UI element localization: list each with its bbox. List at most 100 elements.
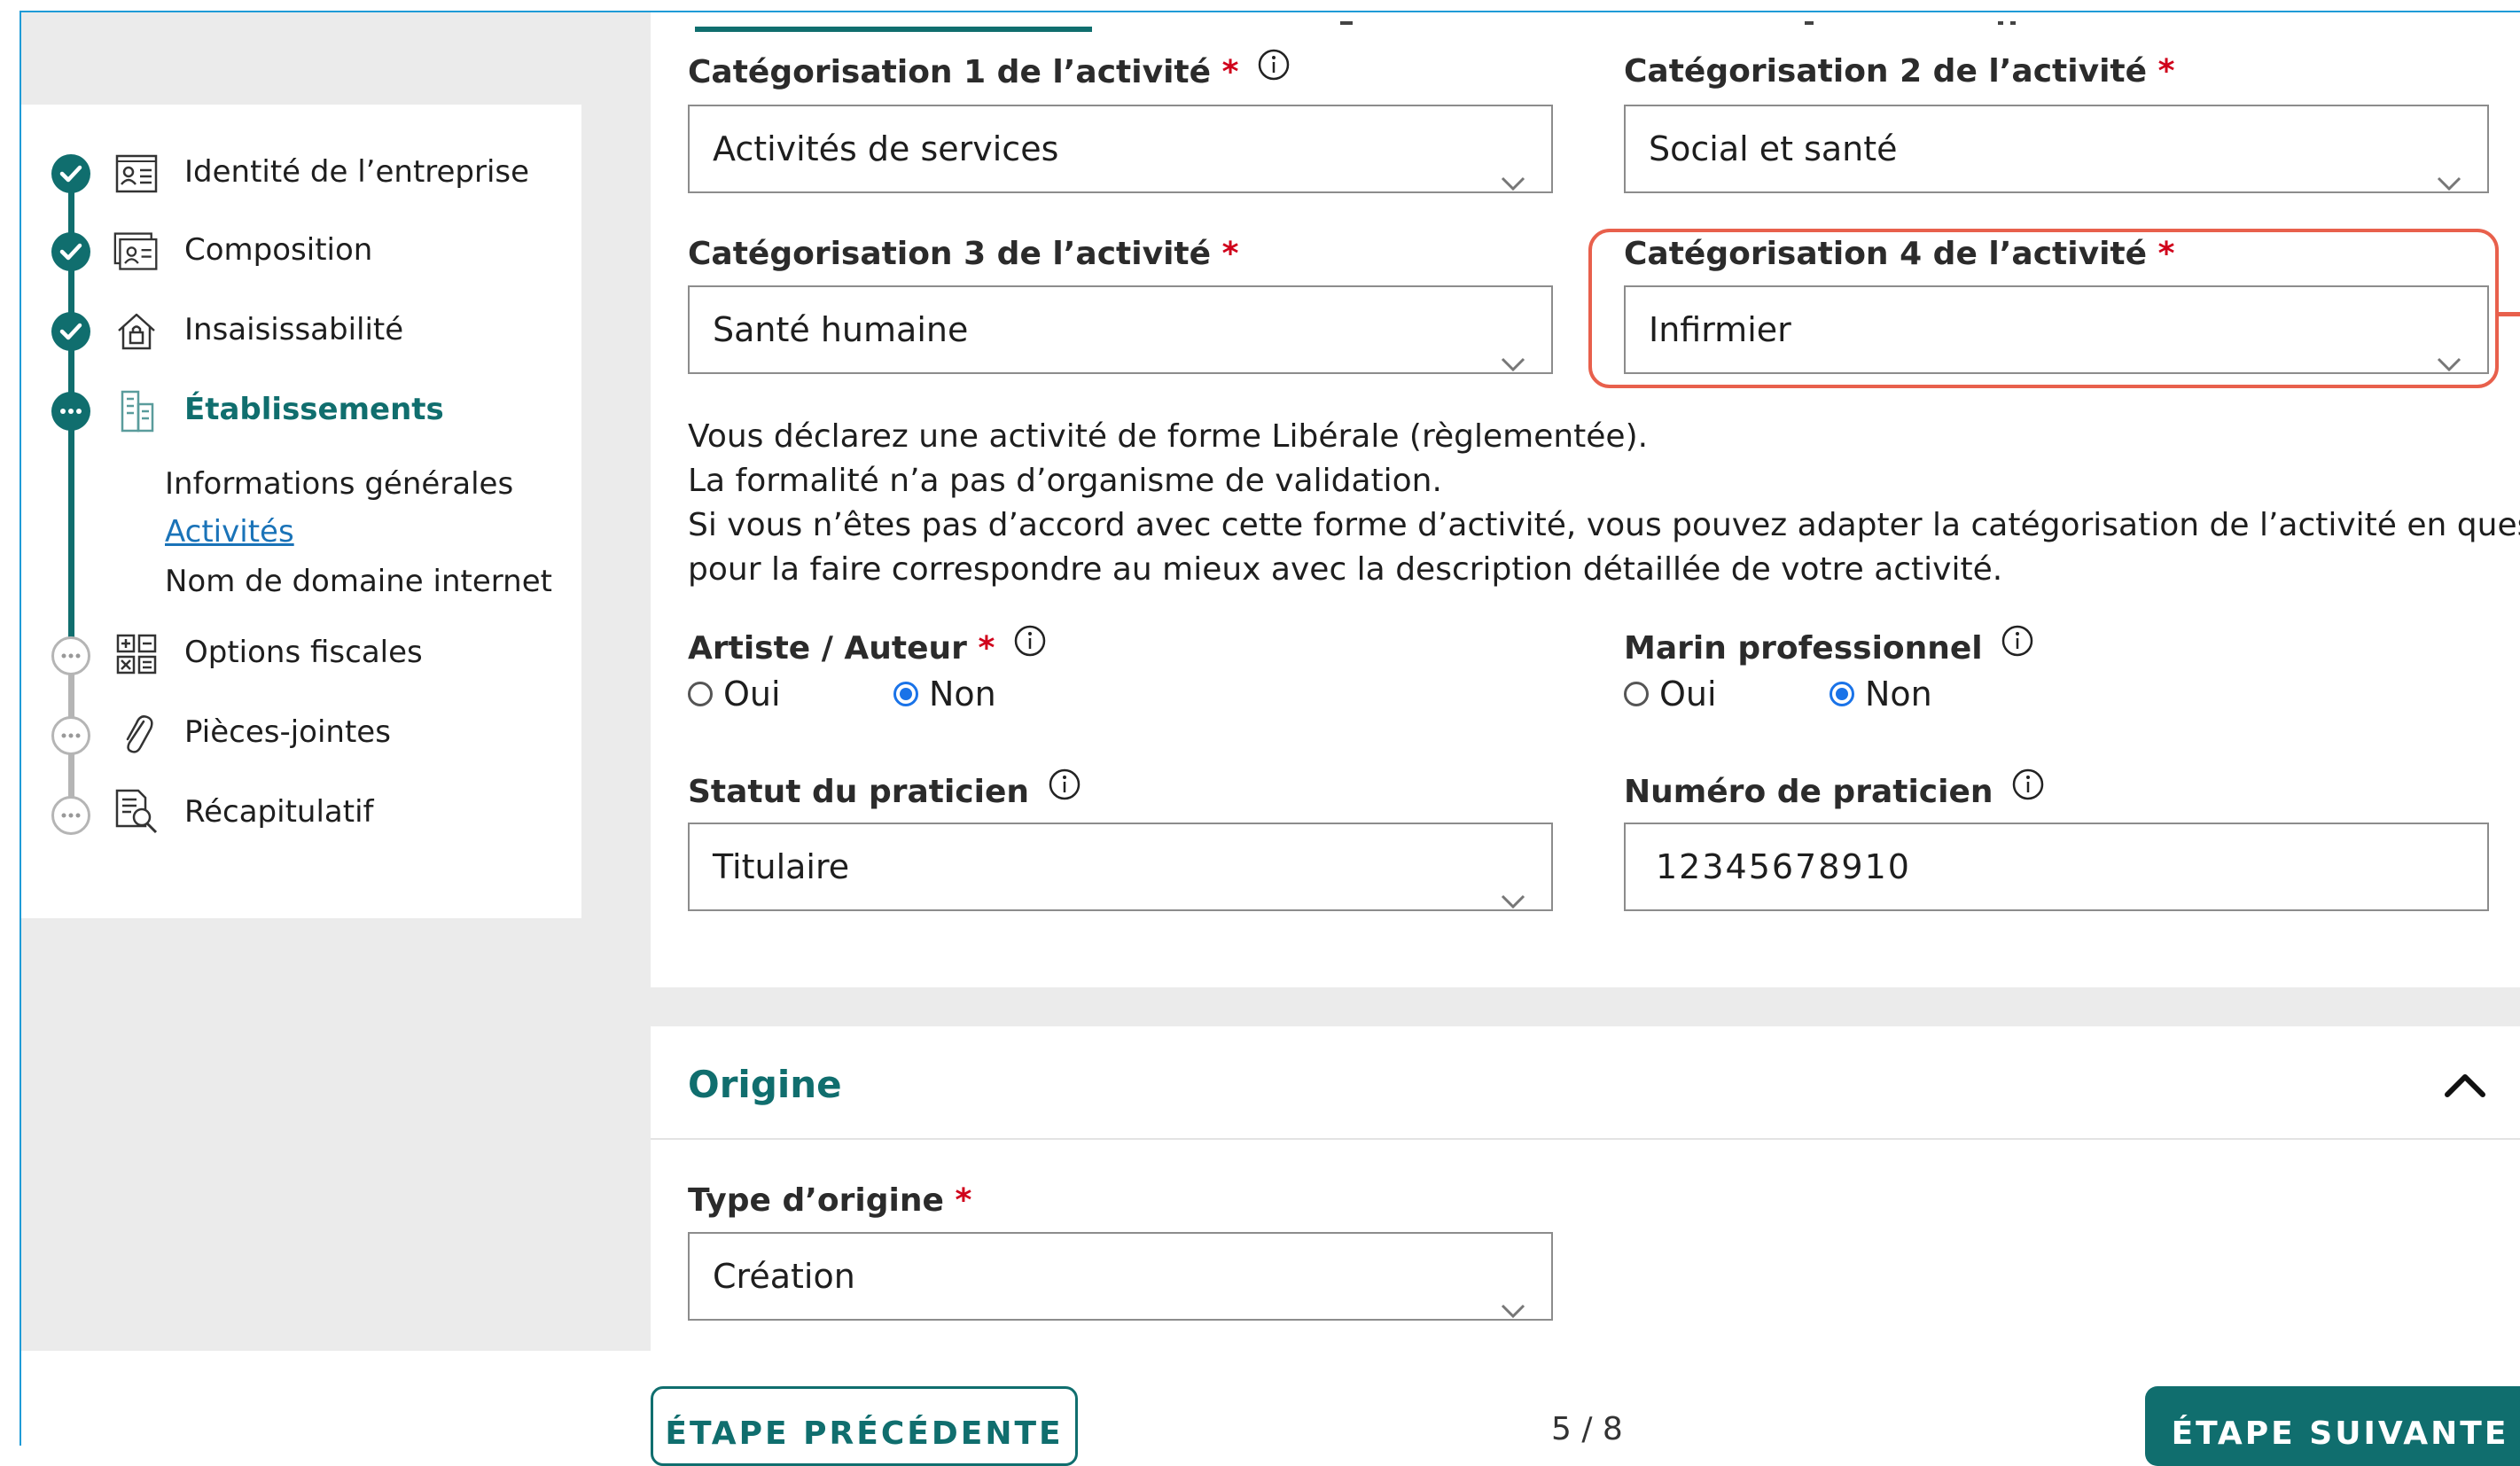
marin-label: Marin professionnel [1624,625,2034,672]
more-dots-icon [51,636,90,675]
step-recapitulatif[interactable]: Récapitulatif [184,792,373,831]
step-pieces-jointes[interactable]: Pièces-jointes [184,713,391,752]
id-card-icon [113,152,160,195]
numero-label-text: Numéro de praticien [1624,774,1993,810]
chevron-down-icon [1500,319,1526,404]
previous-step-button[interactable]: ÉTAPE PRÉCÉDENTE [651,1386,1078,1466]
chevron-down-icon [1500,856,1526,941]
artiste-label-text: Artiste / Auteur [688,630,967,667]
required-marker: * [1221,54,1239,90]
substep-activites[interactable]: Activités [165,512,294,551]
step-insaisissabilite[interactable]: Insaisissabilité [184,310,403,349]
cat1-label: Catégorisation 1 de l’activité * [688,48,1291,96]
info-icon[interactable] [1257,48,1291,92]
check-icon [51,154,90,193]
notice-line: Si vous n’êtes pas d’accord avec cette f… [688,507,2520,543]
info-icon[interactable] [1013,624,1047,668]
radio-circle-selected [893,682,918,706]
more-dots-icon [51,716,90,755]
radio-circle [1624,682,1649,706]
calculator-icon [113,633,160,675]
info-icon[interactable] [2011,768,2045,812]
info-icon[interactable] [2001,624,2034,668]
cat3-select[interactable]: Santé humaine [688,285,1553,374]
marin-oui-radio[interactable]: Oui [1624,674,1717,714]
section-title-origine: Origine [688,1063,842,1106]
notice-line: La formalité n’a pas d’organisme de vali… [688,463,1442,499]
cat1-value: Activités de services [713,129,1059,168]
marin-label-text: Marin professionnel [1624,630,1983,667]
cat3-label: Catégorisation 3 de l’activité * [688,234,1238,275]
stepper-line-current [68,429,74,654]
radio-label: Non [1865,675,1932,714]
radio-label: Oui [1659,675,1717,714]
cat2-value: Social et santé [1649,129,1898,168]
step-etablissements[interactable]: Établissements [184,390,444,429]
substep-informations-generales[interactable]: Informations générales [165,464,513,503]
radio-circle-selected [1830,682,1854,706]
type-origine-label: Type d’origine * [688,1181,971,1221]
more-dots-icon [51,392,90,431]
artiste-non-radio[interactable]: Non [893,674,996,714]
statut-label-text: Statut du praticien [688,774,1030,810]
next-step-button[interactable]: ÉTAPE SUIVANTE [2145,1386,2520,1466]
info-icon[interactable] [1048,768,1081,812]
cat2-label-text: Catégorisation 2 de l’activité [1624,53,2148,90]
origin-divider [651,1138,2520,1140]
artiste-label: Artiste / Auteur * [688,625,1047,672]
numero-praticien-input[interactable]: 12345678910 [1624,823,2489,911]
statut-value: Titulaire [713,847,850,886]
required-marker: * [955,1182,972,1219]
artiste-radio-group: Oui Non [688,674,1131,714]
house-lock-icon [113,310,160,353]
step-options-fiscales[interactable]: Options fiscales [184,633,423,672]
check-icon [51,312,90,351]
tab-fragment [1998,21,2003,25]
cat1-label-text: Catégorisation 1 de l’activité [688,54,1212,90]
cat3-label-text: Catégorisation 3 de l’activité [688,236,1212,272]
artiste-oui-radio[interactable]: Oui [688,674,781,714]
marin-non-radio[interactable]: Non [1830,674,1932,714]
marin-radio-group: Oui Non [1624,674,2067,714]
radio-circle [688,682,713,706]
active-tab-underline [695,27,1092,32]
type-origine-label-text: Type d’origine [688,1182,944,1219]
notice-line: Vous déclarez une activité de forme Libé… [688,418,1649,455]
step-identite[interactable]: Identité de l’entreprise [184,152,529,191]
next-step-label: ÉTAPE SUIVANTE [2171,1415,2509,1452]
tab-fragment [1805,21,1814,25]
previous-step-label: ÉTAPE PRÉCÉDENTE [665,1415,1064,1452]
activity-notice: Vous déclarez une activité de forme Libé… [688,415,2520,592]
cat1-select[interactable]: Activités de services [688,105,1553,193]
tab-fragment [2010,21,2016,25]
numero-value: 12345678910 [1656,847,1911,886]
cat2-label: Catégorisation 2 de l’activité * [1624,51,2174,92]
substep-nom-domaine[interactable]: Nom de domaine internet [165,562,552,601]
chevron-down-icon [1500,1266,1526,1351]
numero-label: Numéro de praticien [1624,768,2045,815]
cat2-select[interactable]: Social et santé [1624,105,2489,193]
paperclip-icon [113,713,160,755]
tab-fragment [1340,21,1353,25]
type-origine-select[interactable]: Création [688,1232,1553,1321]
type-origine-value: Création [713,1257,855,1296]
required-marker: * [2157,53,2175,90]
statut-select[interactable]: Titulaire [688,823,1553,911]
chevron-down-icon [2436,138,2462,223]
step-pager: 5 / 8 [1551,1411,1623,1447]
step-composition[interactable]: Composition [184,230,372,269]
cat3-value: Santé humaine [713,310,969,349]
stepper-line-done [68,174,74,429]
chevron-down-icon [1500,138,1526,223]
document-search-icon [113,789,160,834]
radio-label: Non [929,675,996,714]
required-marker: * [978,630,995,667]
notice-line: pour la faire correspondre au mieux avec… [688,551,2003,588]
more-dots-icon [51,796,90,835]
building-icon [113,390,160,433]
annotation-pointer [2498,312,2520,316]
required-marker: * [1221,236,1239,272]
people-card-icon [113,230,160,273]
chevron-up-icon[interactable] [2443,1071,2487,1103]
check-icon [51,232,90,271]
